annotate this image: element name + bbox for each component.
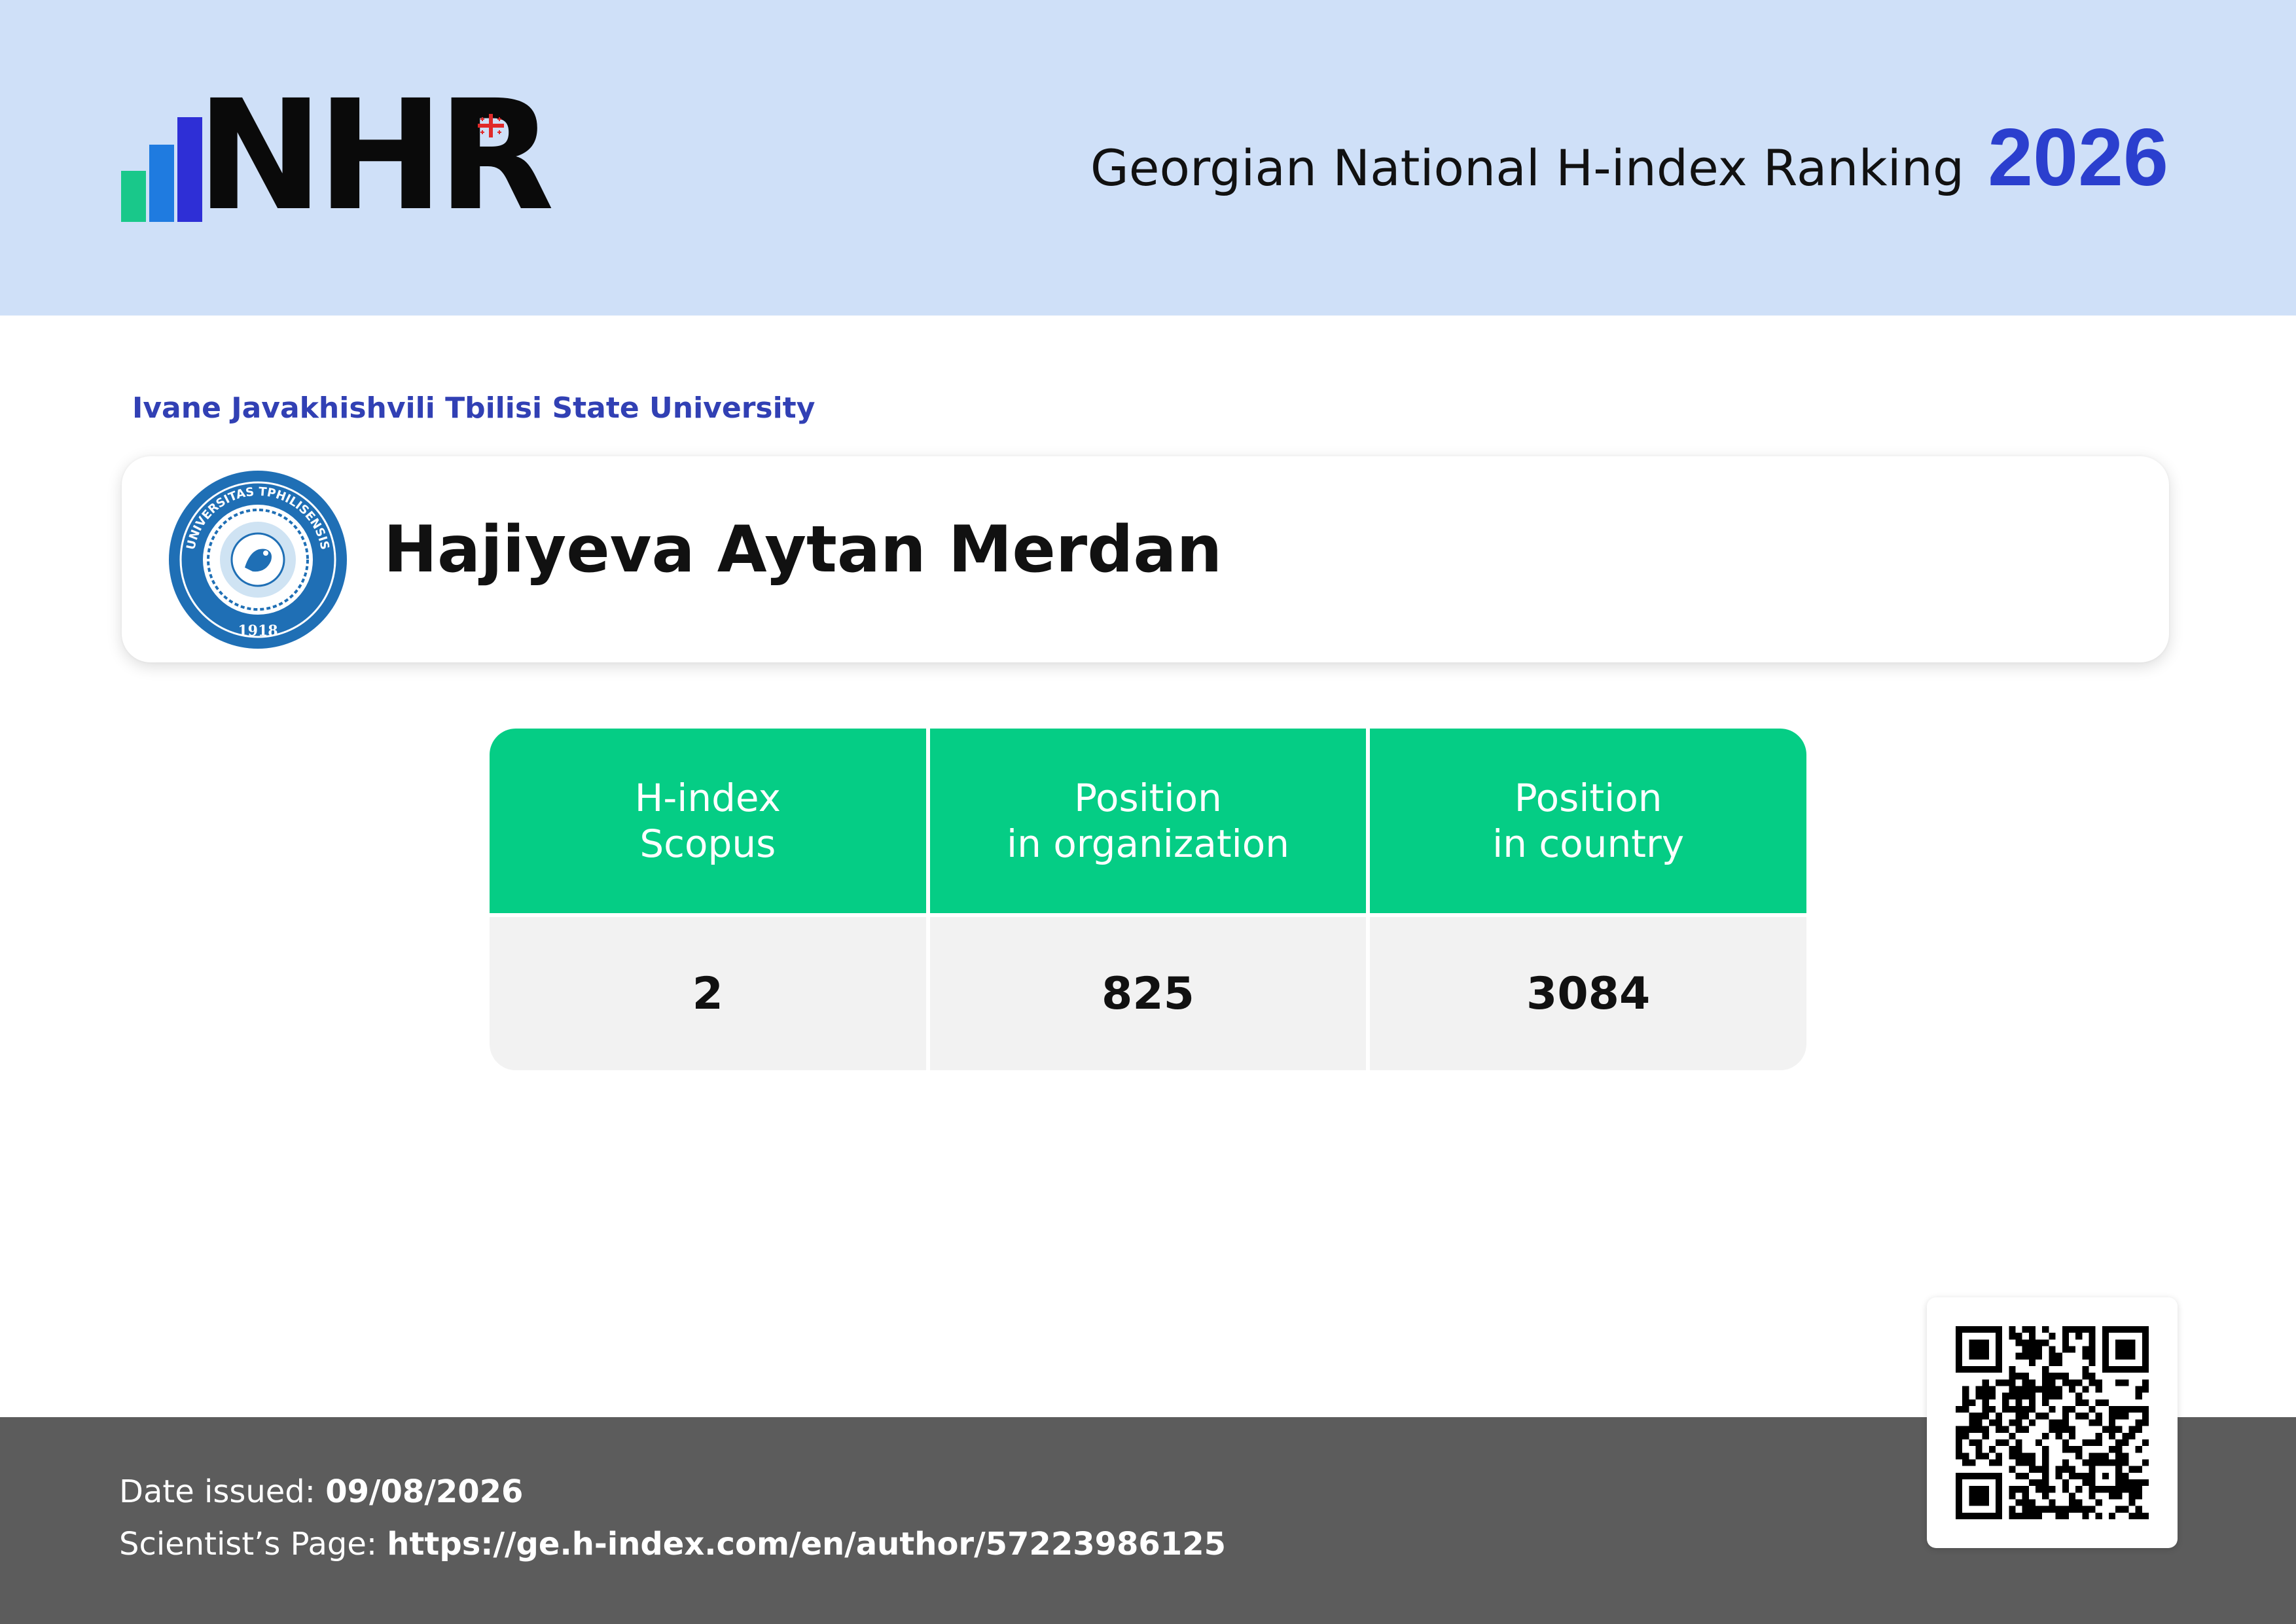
ranking-year: 2026 xyxy=(1988,113,2168,203)
date-issued: Date issued: 09/08/2026 xyxy=(119,1473,523,1510)
organization-name: Ivane Javakhishvili Tbilisi State Univer… xyxy=(132,391,816,425)
value-position-in-country: 3084 xyxy=(1370,917,1806,1070)
scientist-page-link[interactable]: https://ge.h-index.com/en/author/5722398… xyxy=(387,1526,1226,1562)
date-issued-label: Date issued: xyxy=(119,1473,315,1510)
header-position-in-organization: Position in organization xyxy=(929,729,1367,917)
value-position-in-organization: 825 xyxy=(929,917,1367,1070)
logo-bar-medium xyxy=(149,145,174,222)
scientist-page-label: Scientist’s Page: xyxy=(119,1526,378,1562)
header-position-in-country: Position in country xyxy=(1370,729,1806,917)
qr-code[interactable] xyxy=(1927,1297,2178,1548)
scientist-page: Scientist’s Page: https://ge.h-index.com… xyxy=(119,1526,1226,1562)
nhr-logo: NHR xyxy=(119,80,554,232)
person-card: UNIVERSITAS TPHILISENSIS 1918 Hajiyeva A… xyxy=(122,456,2169,662)
georgian-flag-icon xyxy=(478,114,504,137)
ranking-title-text: Georgian National H-index Ranking xyxy=(1090,139,1965,197)
header-h-index-scopus: H-index Scopus xyxy=(490,729,926,917)
qr-code-icon xyxy=(1956,1326,2149,1519)
value-h-index-scopus: 2 xyxy=(490,917,926,1070)
header-banner: NHR Georgian National H-index Ranking 20… xyxy=(0,0,2296,316)
logo-text: NHR xyxy=(196,67,554,244)
stats-table: H-index Scopus Position in organization … xyxy=(490,729,1806,1070)
logo-bar-short xyxy=(121,171,146,222)
person-name: Hajiyeva Aytan Merdan xyxy=(384,513,1223,587)
date-issued-value: 09/08/2026 xyxy=(325,1473,524,1510)
seal-year: 1918 xyxy=(238,623,278,640)
ranking-title: Georgian National H-index Ranking 2026 xyxy=(1090,111,2168,204)
university-seal-icon: UNIVERSITAS TPHILISENSIS 1918 xyxy=(169,471,347,649)
